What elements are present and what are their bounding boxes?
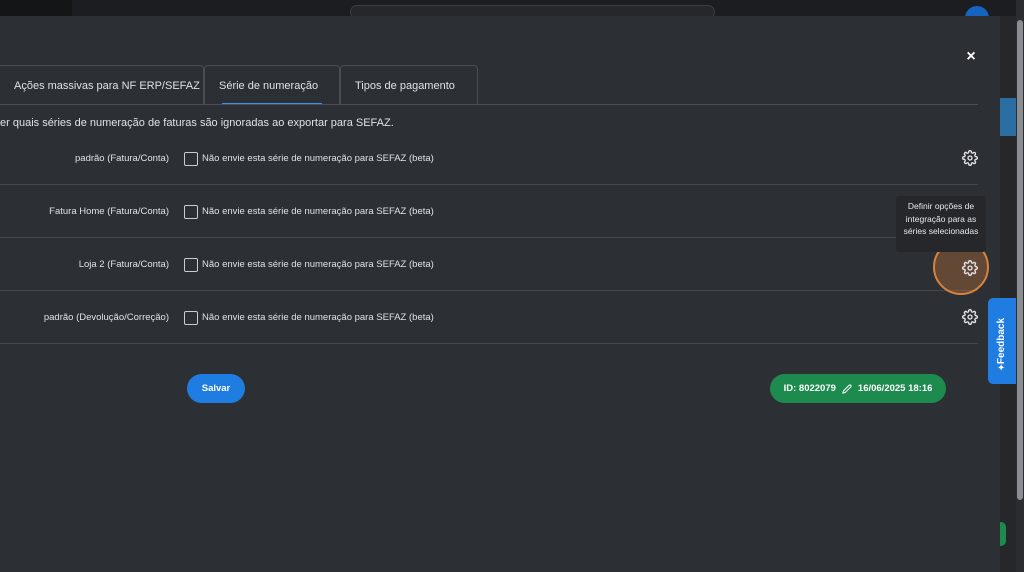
integration-options-tooltip: Definir opções de integração para as sér… xyxy=(896,196,986,252)
series-row: padrão (Devolução/Correção) Não envie es… xyxy=(0,292,978,344)
do-not-send-checkbox[interactable] xyxy=(184,152,198,166)
do-not-send-label[interactable]: Não envie esta série de numeração para S… xyxy=(202,292,434,344)
record-id-badge: ID: 8022079 16/06/2025 18:16 xyxy=(770,374,946,403)
series-name: padrão (Fatura/Conta) xyxy=(75,153,169,164)
page-scrollbar-thumb[interactable] xyxy=(1017,20,1023,500)
series-name: Loja 2 (Fatura/Conta) xyxy=(78,259,169,270)
do-not-send-checkbox[interactable] xyxy=(184,311,198,325)
tabs-divider xyxy=(0,104,978,105)
modal-tabs: Ações massivas para NF ERP/SEFAZ Série d… xyxy=(0,65,478,105)
settings-modal: × Ações massivas para NF ERP/SEFAZ Série… xyxy=(0,16,1000,572)
background-right-highlight xyxy=(1000,98,1016,136)
do-not-send-checkbox[interactable] xyxy=(184,205,198,219)
do-not-send-label[interactable]: Não envie esta série de numeração para S… xyxy=(202,133,434,185)
save-button[interactable]: Salvar xyxy=(187,374,245,403)
series-row: padrão (Fatura/Conta) Não envie esta sér… xyxy=(0,133,978,185)
pencil-icon xyxy=(842,383,852,394)
gear-icon[interactable] xyxy=(962,309,978,325)
do-not-send-checkbox[interactable] xyxy=(184,258,198,272)
background-left-corner xyxy=(0,0,72,16)
record-id: ID: 8022079 xyxy=(783,383,836,394)
series-row: Loja 2 (Fatura/Conta) Não envie esta sér… xyxy=(0,239,978,291)
feedback-tab[interactable]: Feedback ✦ xyxy=(988,298,1016,384)
gear-icon[interactable] xyxy=(962,150,978,166)
series-name: padrão (Devolução/Correção) xyxy=(43,312,169,323)
tab-payment-types[interactable]: Tipos de pagamento xyxy=(340,65,478,105)
sparkle-icon: ✦ xyxy=(997,363,1006,374)
series-name: Fatura Home (Fatura/Conta) xyxy=(49,206,169,217)
tab-mass-actions[interactable]: Ações massivas para NF ERP/SEFAZ xyxy=(0,65,204,105)
do-not-send-label[interactable]: Não envie esta série de numeração para S… xyxy=(202,239,434,291)
section-description: er quais séries de numeração de faturas … xyxy=(0,117,394,129)
gear-icon[interactable] xyxy=(962,260,978,276)
tab-numbering-series[interactable]: Série de numeração xyxy=(204,65,340,105)
do-not-send-label[interactable]: Não envie esta série de numeração para S… xyxy=(202,186,434,238)
series-row: Fatura Home (Fatura/Conta) Não envie est… xyxy=(0,186,978,238)
last-modified-date: 16/06/2025 18:16 xyxy=(857,383,933,394)
close-icon[interactable]: × xyxy=(961,46,981,68)
